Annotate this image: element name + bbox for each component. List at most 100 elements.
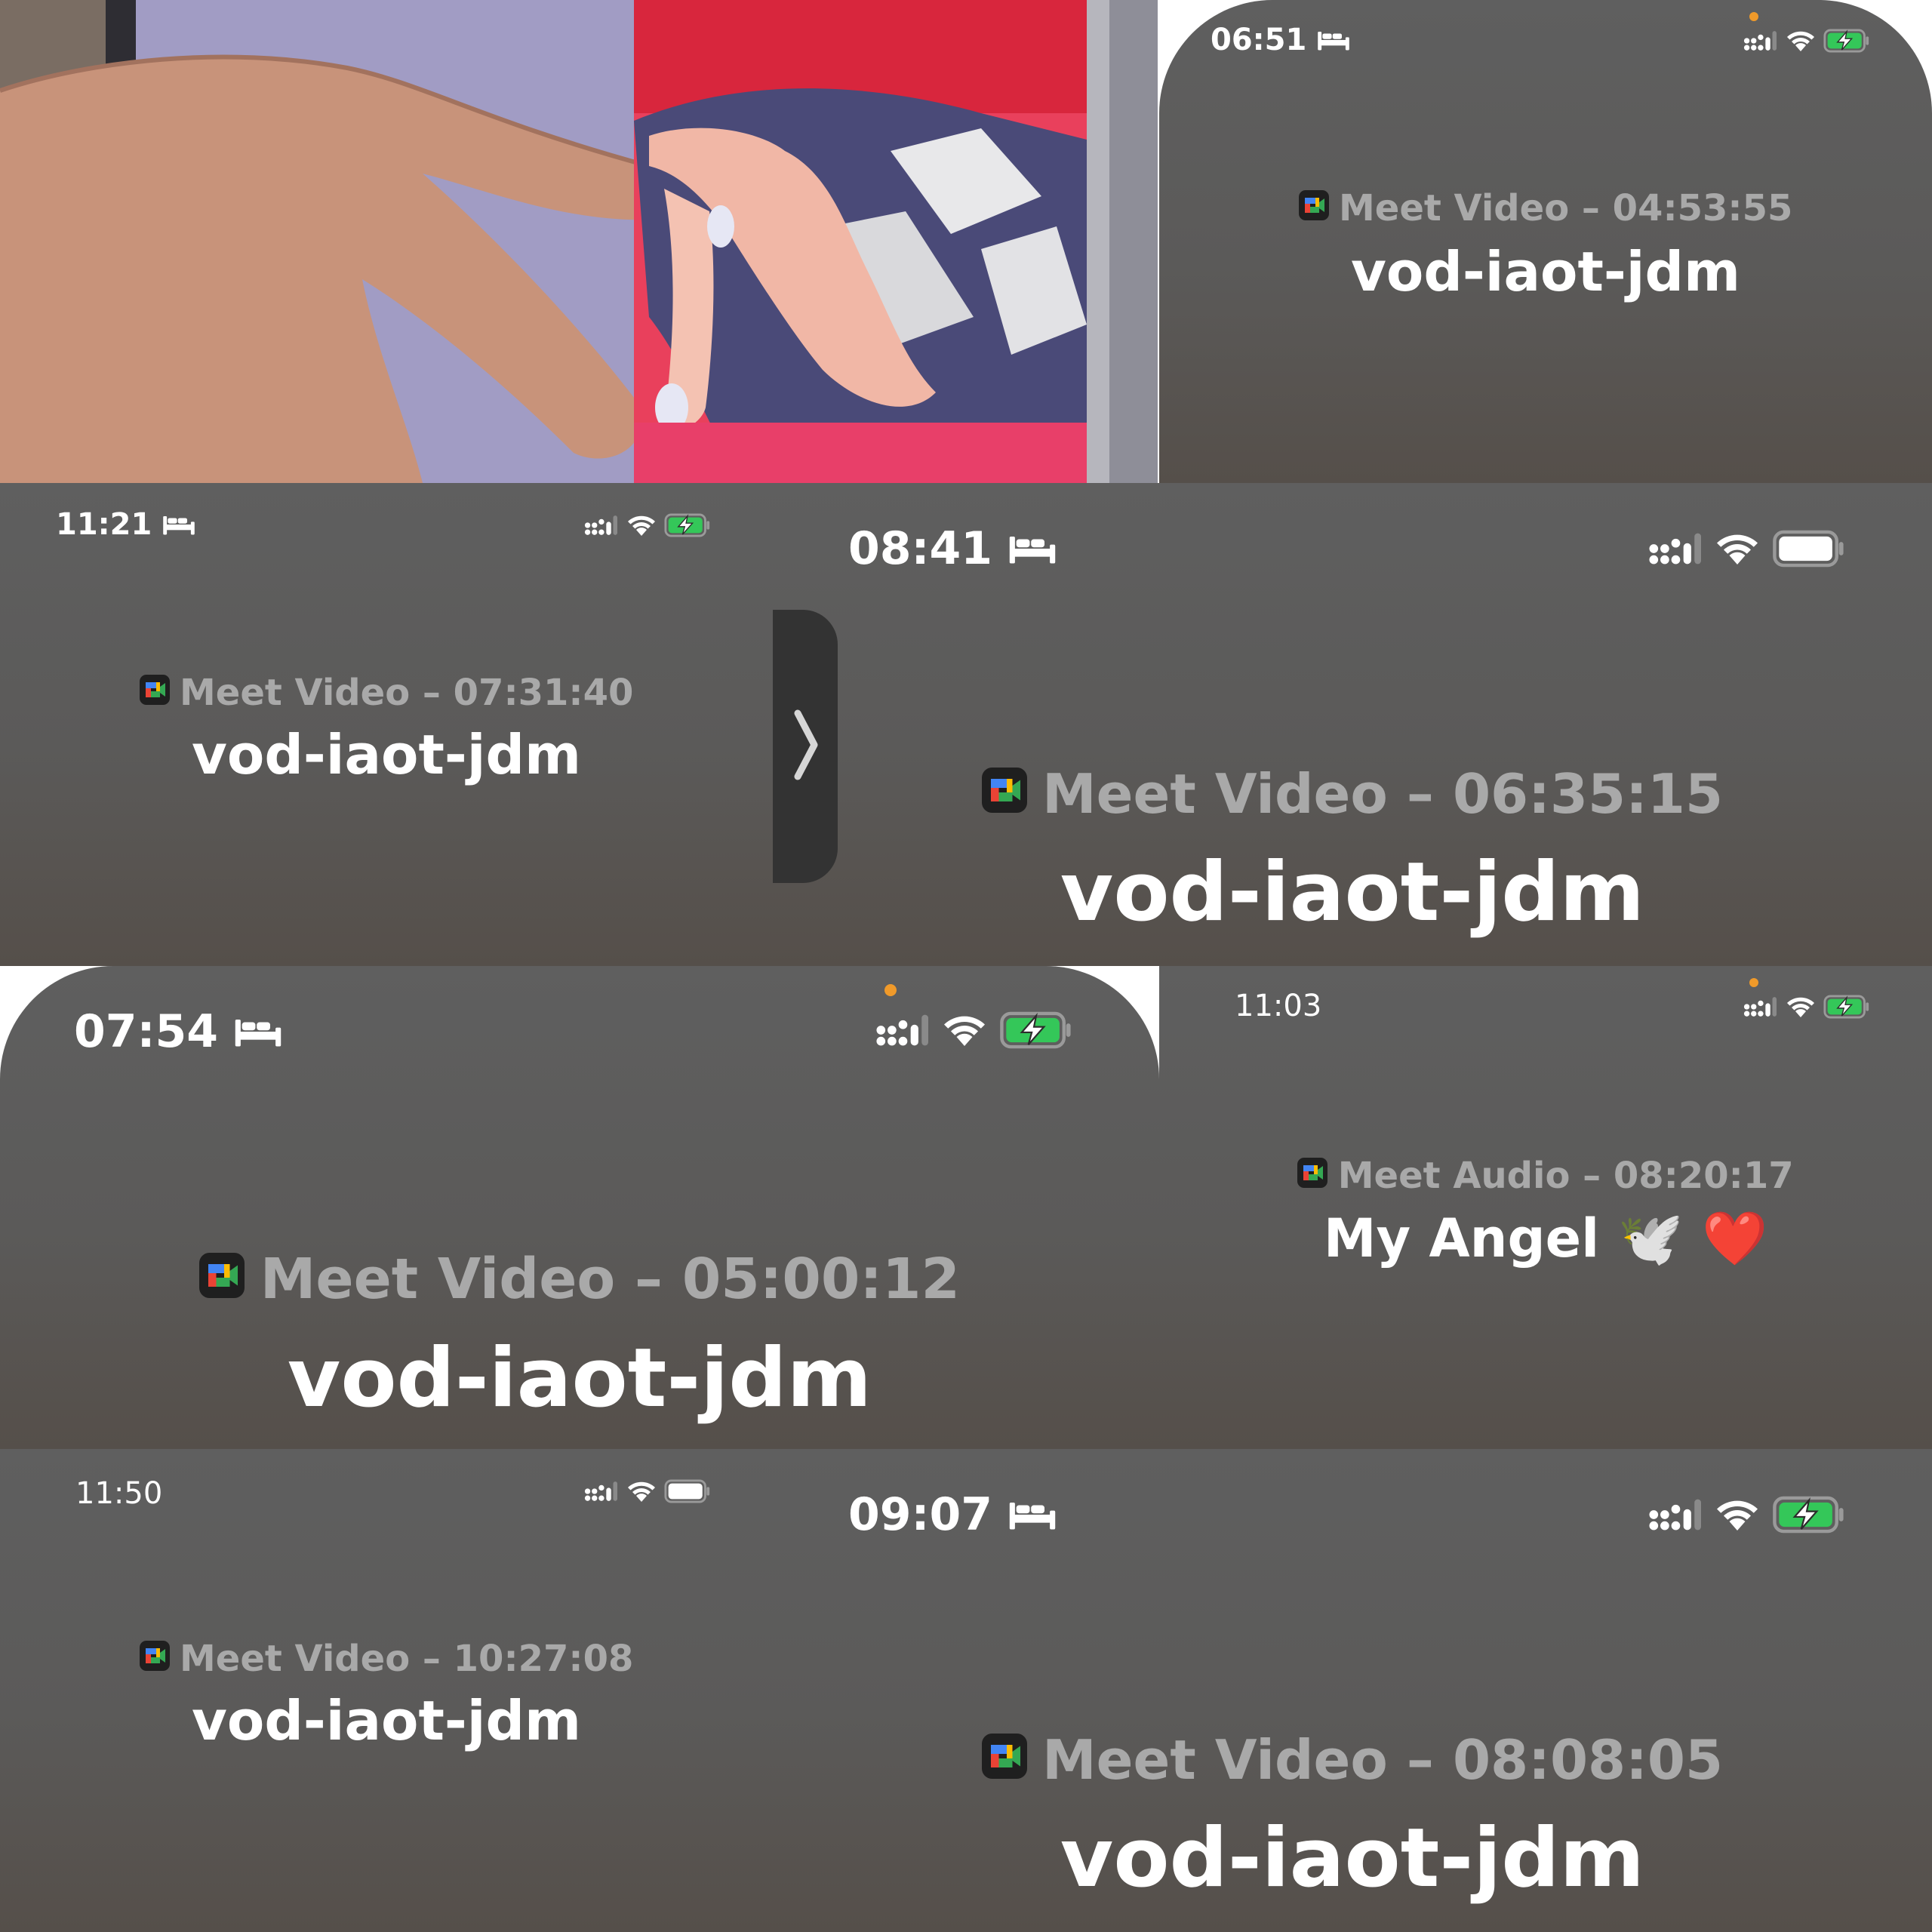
google-meet-icon: [199, 1247, 245, 1312]
status-icons: [875, 1011, 1073, 1049]
microphone-indicator-dot: [884, 984, 897, 996]
status-icons: [584, 513, 711, 537]
call-title: vod-iaot-jdm: [191, 1689, 582, 1752]
status-icons: [584, 1479, 711, 1503]
live-activity-tile: 11:03 Meet Audio – 08:20:17 My Angel 🕊️ …: [1159, 966, 1932, 1449]
app-name: Meet Video: [180, 1638, 411, 1680]
status-time-text: 11:50: [75, 1476, 163, 1511]
battery-charging-icon: [1823, 29, 1870, 53]
status-time: 06:51: [1211, 23, 1350, 57]
cellular-signal-icon: [1648, 1498, 1701, 1531]
wifi-icon: [1715, 1497, 1760, 1532]
app-name: Meet Video: [260, 1247, 616, 1312]
app-name: Meet Video: [1042, 762, 1388, 826]
separator: –: [422, 1638, 441, 1680]
cellular-signal-icon: [1743, 996, 1777, 1017]
status-time-text: 11:03: [1235, 989, 1322, 1023]
call-duration: 04:53:55: [1612, 187, 1793, 229]
google-meet-icon: [1299, 187, 1329, 229]
google-meet-icon: [982, 1728, 1027, 1792]
live-activity-tile: 07:54 Meet Video – 05:00:12 vod-iaot-jdm: [0, 966, 1159, 1449]
call-title: vod-iaot-jdm: [1060, 845, 1645, 940]
call-duration: 07:31:40: [453, 672, 634, 714]
cellular-signal-icon: [1648, 532, 1701, 565]
chevron-right-icon: [790, 707, 820, 786]
wifi-icon: [1786, 995, 1816, 1018]
status-time-text: 06:51: [1211, 23, 1307, 57]
bed-icon: [162, 513, 195, 536]
call-title: vod-iaot-jdm: [1060, 1811, 1645, 1906]
google-meet-icon: [982, 762, 1027, 826]
app-name: Meet Video: [1042, 1728, 1388, 1792]
battery-charging-icon: [999, 1011, 1073, 1049]
status-icons: [1648, 530, 1846, 568]
call-caption: Meet Video – 04:53:55: [1159, 187, 1932, 229]
status-icons: [1743, 29, 1870, 53]
wifi-icon: [1715, 531, 1760, 566]
status-time-text: 09:07: [848, 1488, 992, 1541]
bed-icon: [1008, 1498, 1057, 1531]
bed-icon: [1317, 29, 1350, 51]
call-caption: Meet Video – 06:35:15: [773, 762, 1932, 826]
cellular-signal-icon: [1743, 30, 1777, 51]
bed-icon: [1008, 532, 1057, 565]
status-icons: [1648, 1496, 1846, 1534]
wifi-icon: [1786, 29, 1816, 52]
separator: –: [1406, 1728, 1434, 1792]
photo-image: [0, 0, 1158, 483]
cellular-signal-icon: [584, 1481, 617, 1502]
separator: –: [1583, 1155, 1601, 1197]
cellular-signal-icon: [584, 515, 617, 536]
call-caption: Meet Audio – 08:20:17: [1159, 1155, 1932, 1197]
wifi-icon: [942, 1013, 987, 1048]
status-time-text: 08:41: [848, 522, 992, 575]
battery-charging-icon: [664, 513, 711, 537]
microphone-indicator-dot: [1749, 978, 1758, 987]
separator: –: [1581, 187, 1600, 229]
live-activity-tile: 11:21 Meet Video – 07:31:40 vod-iaot-jdm: [0, 483, 773, 966]
call-title: vod-iaot-jdm: [287, 1331, 872, 1426]
bed-icon: [234, 1015, 282, 1048]
status-time: 08:41: [848, 522, 1057, 575]
live-activity-tile: 08:41 Meet Video – 06:35:15 vod-iaot-jdm: [773, 483, 1932, 966]
status-time: 11:50: [75, 1476, 162, 1511]
wifi-icon: [626, 1480, 657, 1503]
google-meet-icon: [140, 1638, 170, 1680]
call-title: My Angel 🕊️ ❤️: [1323, 1208, 1768, 1269]
battery-charging-icon: [1823, 995, 1870, 1019]
live-activity-tile: 11:50 Meet Video – 10:27:08 vod-iaot-jdm: [0, 1449, 773, 1932]
live-activity-tile: 09:07 Meet Video – 08:08:05 vod-iaot-jdm: [773, 1449, 1932, 1932]
status-time: 11:21: [56, 507, 195, 542]
call-duration: 05:00:12: [681, 1247, 960, 1312]
wifi-icon: [626, 514, 657, 537]
call-duration: 08:08:05: [1452, 1728, 1724, 1792]
google-meet-icon: [1297, 1155, 1327, 1197]
live-activity-tile: 06:51 Meet Video – 04:53:55 vod-iaot-jdm: [1159, 0, 1932, 483]
app-name: Meet Audio: [1337, 1155, 1571, 1197]
status-time: 07:54: [74, 1005, 282, 1058]
battery-icon: [1772, 530, 1846, 568]
status-time-text: 07:54: [74, 1005, 218, 1058]
call-title: vod-iaot-jdm: [1350, 240, 1741, 303]
separator: –: [635, 1247, 663, 1312]
collapse-handle[interactable]: [773, 610, 838, 883]
status-icons: [1743, 995, 1870, 1019]
call-duration: 06:35:15: [1452, 762, 1724, 826]
call-caption: Meet Video – 05:00:12: [0, 1247, 1159, 1312]
status-time: 09:07: [848, 1488, 1057, 1541]
battery-icon: [664, 1479, 711, 1503]
call-title: vod-iaot-jdm: [191, 723, 582, 786]
call-caption: Meet Video – 08:08:05: [773, 1728, 1932, 1792]
microphone-indicator-dot: [1749, 12, 1758, 21]
battery-charging-icon: [1772, 1496, 1846, 1534]
separator: –: [422, 672, 441, 714]
status-time-text: 11:21: [56, 507, 152, 542]
separator: –: [1406, 762, 1434, 826]
call-duration: 10:27:08: [453, 1638, 634, 1680]
app-name: Meet Video: [180, 672, 411, 714]
app-name: Meet Video: [1339, 187, 1570, 229]
cellular-signal-icon: [875, 1014, 928, 1047]
video-frame-photo: [0, 0, 1158, 483]
google-meet-icon: [140, 672, 170, 714]
call-caption: Meet Video – 07:31:40: [0, 672, 773, 714]
